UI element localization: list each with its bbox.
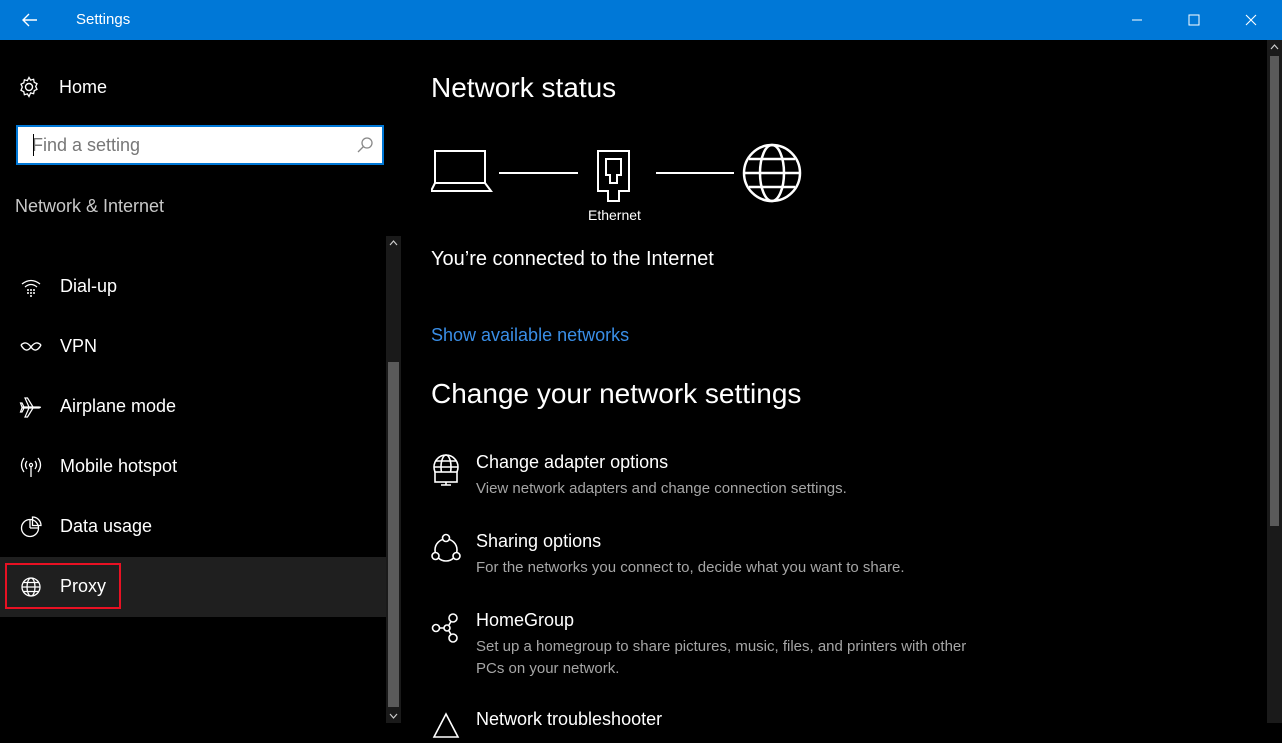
chevron-up-icon [389,240,398,246]
home-nav-item[interactable]: Home [18,74,107,100]
sidebar-item-label: Mobile hotspot [60,456,178,476]
data-usage-icon [20,516,42,538]
section-title: Network & Internet [15,196,165,216]
sidebar-item-data-usage[interactable]: Data usage [0,497,386,557]
sidebar-item-airplane-mode[interactable]: Airplane mode [0,377,386,437]
adapter-icon [433,454,459,486]
minimize-button[interactable] [1114,0,1160,40]
option-title: Change adapter options [476,452,669,472]
option-title: HomeGroup [476,610,575,630]
option-title: Sharing options [476,531,602,551]
close-button[interactable] [1228,0,1274,40]
back-arrow-icon [22,13,37,27]
sidebar-item-mobile-hotspot[interactable]: Mobile hotspot [0,437,386,497]
maximize-icon [1188,14,1200,26]
search-icon[interactable] [356,136,374,154]
main-scrollbar[interactable] [1267,40,1282,723]
troubleshooter-icon [432,712,460,738]
ethernet-icon [597,150,630,202]
option-description: For the networks you connect to, decide … [476,559,905,576]
proxy-highlight-box [5,563,121,609]
sidebar-scrollbar[interactable] [386,236,401,723]
sidebar-item-label: Airplane mode [60,396,177,416]
search-input[interactable] [18,127,362,163]
close-icon [1245,14,1257,26]
show-available-networks-link[interactable]: Show available networks [431,325,629,346]
search-box[interactable] [16,125,384,165]
sidebar-scroll-thumb[interactable] [388,362,399,707]
connection-type-label: Ethernet [588,207,641,223]
option-description: Set up a homegroup to share pictures, mu… [476,638,967,677]
connection-status-text: You’re connected to the Internet [431,248,714,270]
network-status-title: Network status [431,72,617,103]
maximize-button[interactable] [1171,0,1217,40]
dialup-icon [21,279,41,297]
hotspot-icon [20,457,42,477]
sidebar-item-label: Data usage [60,516,153,536]
back-button[interactable] [0,0,60,40]
chevron-down-icon [389,713,398,719]
scroll-down-button[interactable] [388,709,399,723]
airplane-icon [19,397,42,418]
main-scroll-thumb[interactable] [1270,56,1279,526]
option-description: View network adapters and change connect… [476,480,847,497]
sidebar-item-vpn[interactable]: VPN [0,317,386,377]
internet-globe-icon [742,143,802,203]
laptop-icon [431,150,493,192]
main-scroll-up-button[interactable] [1269,40,1280,54]
gear-icon [20,76,38,98]
change-settings-title: Change your network settings [431,378,802,409]
vpn-icon [20,342,42,351]
sharing-icon [431,533,461,562]
title-bar: Settings [0,0,1282,40]
homegroup-icon [431,613,458,643]
text-caret [33,134,34,156]
minimize-icon [1132,19,1142,21]
main-content: Network status Ethernet You’re connected… [401,40,1267,738]
window-title: Settings [76,11,131,28]
option-title: Network troubleshooter [476,709,663,729]
chevron-up-icon [1270,44,1279,50]
scroll-up-button[interactable] [388,236,399,250]
home-label: Home [59,76,108,97]
sidebar-item-dialup[interactable]: Dial-up [0,257,386,317]
sidebar-item-label: VPN [60,336,98,356]
sidebar-item-label: Dial-up [60,276,118,296]
sidebar: Home Network & Internet Dial-up VPN [0,40,401,723]
